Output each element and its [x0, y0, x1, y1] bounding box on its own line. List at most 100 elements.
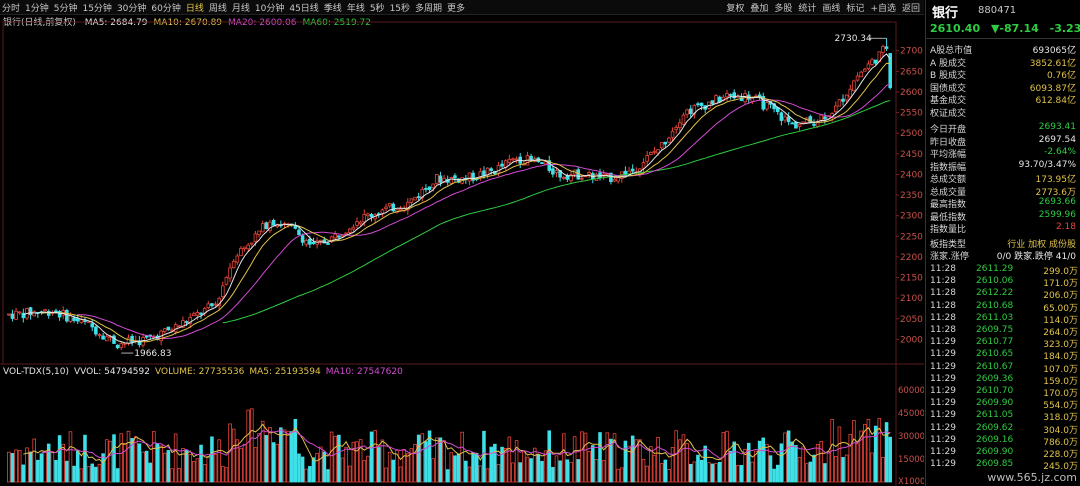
volume-bar: [39, 453, 44, 483]
volume-bar: [717, 461, 722, 483]
price-tick-label: 2050: [900, 315, 923, 325]
candle-body: [438, 175, 443, 183]
volume-bar: [402, 449, 406, 483]
tick-time: 11:28: [930, 264, 956, 274]
tick-time: 11:28: [930, 276, 956, 287]
volume-bar: [449, 452, 454, 483]
tick-row: 11:29 2611.05 318.0万: [930, 410, 1078, 424]
tick-time: 11:29: [930, 361, 956, 372]
volume-tick-label: 15000: [898, 455, 924, 465]
tick-price: 2609.85: [976, 459, 1014, 470]
tick-row: 11:28 2611.03 114.0万: [930, 312, 1078, 326]
index-code: 880471: [978, 5, 1017, 16]
candle-body: [97, 334, 102, 336]
stat-value: 0.76亿: [1046, 71, 1076, 81]
volume-bar: [398, 466, 403, 483]
volume-bar: [507, 436, 512, 483]
volume-bar: [289, 431, 294, 483]
tick-volume: 171.0万: [1043, 279, 1078, 290]
volume-bar: [848, 434, 853, 483]
volume-bar: [547, 430, 552, 483]
volume-bar: [815, 443, 820, 483]
high-price-label: 2730.34: [835, 34, 872, 44]
volume-bar: [794, 445, 798, 483]
candle-body: [812, 123, 816, 126]
stat-label: 昨日收盘: [930, 137, 967, 148]
candle-body: [239, 248, 243, 257]
stat-row: 最高指数 2693.66: [930, 197, 1076, 210]
candle-body: [424, 188, 428, 190]
volume-bar: [844, 454, 849, 483]
candle-body: [337, 235, 341, 238]
tick-volume: 264.0万: [1043, 328, 1078, 338]
candle-body: [580, 177, 584, 180]
candle-body: [514, 158, 519, 161]
candle-body: [561, 177, 566, 179]
candle-body: [674, 127, 678, 130]
candle-body: [612, 178, 617, 182]
candle-body: [369, 214, 374, 218]
tick-volume: 107.0万: [1043, 364, 1078, 375]
volume-bar: [518, 462, 523, 483]
tick-price: 2610.70: [976, 386, 1014, 396]
tick-price: 2612.22: [976, 288, 1014, 299]
candle-body: [688, 108, 693, 115]
candle-body: [83, 320, 87, 322]
tick-price: 2611.03: [976, 312, 1014, 323]
candle-body: [130, 335, 134, 343]
candle-body: [119, 343, 124, 348]
tick-row: 11:29 2609.90 228.0万: [930, 447, 1078, 460]
volume-bar: [340, 457, 345, 483]
tick-row: 11:29 2609.90 554.0万: [930, 398, 1078, 411]
candle-body: [94, 326, 98, 335]
candle-body: [257, 230, 261, 235]
candle-body: [870, 59, 874, 65]
tick-volume: 318.0万: [1043, 413, 1078, 424]
volume-bar: [445, 469, 450, 483]
volume-bar: [123, 443, 127, 483]
volume-bar: [500, 446, 504, 483]
volume-bar: [638, 439, 642, 483]
volume-bar: [503, 448, 508, 483]
candle-body: [297, 229, 301, 236]
candle-body: [380, 209, 385, 214]
candle-body: [714, 95, 718, 105]
tick-price: 2609.75: [976, 325, 1014, 335]
candle-body: [387, 203, 392, 207]
volume-bar: [282, 429, 287, 483]
kline-chart[interactable]: 2000 2050 2100 2150 2200 2250 2300 2350 2400 2450…: [0, 0, 924, 486]
price-tick-label: 2350: [900, 191, 923, 201]
tick-time: 11:29: [930, 373, 956, 384]
volume-bar: [36, 459, 40, 483]
ma20-line: [77, 83, 891, 339]
candle-body: [413, 196, 417, 201]
volume-bar: [166, 450, 171, 483]
volume-bar: [775, 464, 780, 483]
volume-bar: [837, 426, 842, 483]
tick-row: 11:28 2610.68 65.00万: [930, 301, 1078, 314]
tick-price: 2610.06: [976, 276, 1014, 287]
candle-body: [685, 109, 689, 115]
candle-body: [696, 103, 700, 106]
candle-body: [540, 162, 544, 165]
price-line: 2610.40 ▼-87.14 -3.23%: [930, 22, 1080, 35]
volume-bar: [43, 451, 47, 483]
candle-body: [72, 317, 76, 321]
candle-body: [427, 186, 432, 191]
volume-bar: [170, 468, 174, 483]
tick-time: 11:29: [930, 447, 956, 457]
volume-bar: [115, 468, 120, 483]
candle-body: [855, 75, 860, 81]
volume-bar: [141, 451, 145, 483]
tick-volume: 323.0万: [1043, 340, 1078, 351]
volume-bar: [373, 430, 377, 483]
volume-bar: [366, 455, 370, 483]
candle-body: [326, 243, 330, 245]
volume-bar: [21, 464, 26, 483]
volume-bar: [692, 461, 697, 483]
volume-bar: [75, 450, 80, 483]
tick-row: 11:28 2609.75 264.0万: [930, 325, 1078, 338]
candle-body: [678, 122, 682, 129]
volume-bar: [757, 440, 762, 483]
candle-body: [308, 238, 312, 245]
